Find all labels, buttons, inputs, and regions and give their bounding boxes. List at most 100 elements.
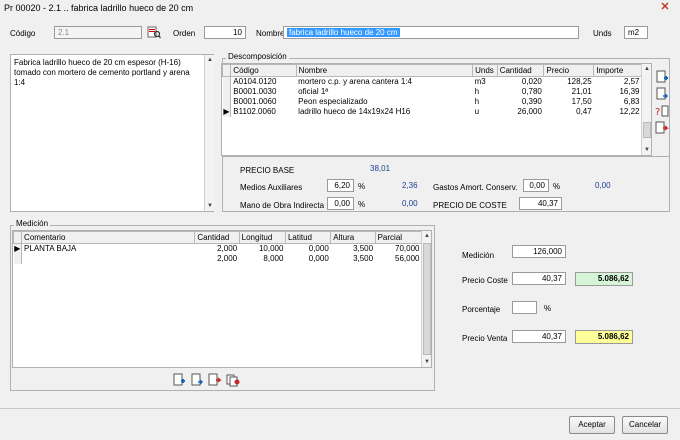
cell-precio: 0,47 [576, 107, 592, 116]
scroll-down-icon[interactable]: ▼ [205, 201, 215, 211]
descomposicion-scrollbar[interactable]: ▲ ▼ [641, 64, 651, 155]
summary-precio-coste-label: Precio Coste [462, 276, 508, 285]
delete-row-icon[interactable] [208, 373, 222, 387]
cell-longitud: 8,000 [263, 254, 284, 263]
cell-codigo: B1102.0060 [233, 107, 276, 116]
current-row-pointer-icon: ▶ [222, 106, 232, 117]
scroll-down-icon[interactable]: ▼ [422, 357, 432, 367]
scroll-up-icon[interactable]: ▲ [422, 231, 432, 241]
cell-latitud: 0,000 [308, 254, 329, 263]
edit-row-icon[interactable] [190, 373, 204, 387]
row-indicator [222, 76, 232, 87]
summary-precio-coste-field[interactable]: 40,37 [512, 272, 566, 285]
medicion-scrollbar[interactable]: ▲ ▼ [421, 231, 431, 367]
insert-row-icon[interactable] [655, 70, 669, 84]
col-header-precio[interactable]: Precio [543, 64, 595, 77]
svg-text:?: ? [655, 107, 660, 118]
descomposicion-table: Código Nombre Unds Cantidad Precio Impor… [221, 64, 642, 117]
codigo-label: Código [10, 29, 36, 38]
cell-unds: h [474, 87, 480, 96]
table-row[interactable]: B0001.0030 oficial 1ª h 0,780 21,01 16,3… [222, 86, 642, 97]
window-title: Pr 00020 - 2.1 .. fabrica ladrillo hueco… [4, 3, 194, 13]
col-header-codigo[interactable]: Código [230, 64, 297, 77]
gastos-label: Gastos Amort. Conserv. [433, 183, 518, 192]
cell-cantidad: 0,780 [521, 87, 542, 96]
summary-medicion-field[interactable]: 126,000 [512, 245, 566, 258]
col-header-comentario[interactable]: Comentario [21, 231, 196, 244]
col-header-importe[interactable]: Importe [593, 64, 642, 77]
descomposicion-title: Descomposición [226, 52, 289, 61]
nombre-label: Nombre [256, 29, 285, 38]
row-indicator-header [12, 231, 23, 244]
accept-button[interactable]: Aceptar [569, 416, 615, 434]
edit-row-icon[interactable] [655, 87, 669, 101]
nombre-value: fabrica ladrillo hueco de 20 cm [287, 28, 400, 37]
mano-pct-sign: % [358, 200, 366, 209]
col-header-latitud[interactable]: Latitud [284, 231, 332, 244]
orden-label: Orden [173, 29, 196, 38]
medicion-grid[interactable]: Comentario Cantidad Longitud Latitud Alt… [12, 230, 432, 368]
medios-auxiliares-pct-field[interactable]: 6,20 [327, 179, 354, 192]
cell-codigo: B0001.0030 [233, 87, 277, 96]
cell-importe: 6,83 [623, 97, 640, 106]
medios-auxiliares-label: Medios Auxiliares [240, 183, 303, 192]
current-row-pointer-icon: ▶ [13, 243, 23, 254]
cell-cantidad: 0,020 [521, 77, 542, 87]
description-memo[interactable]: Fabrica ladrillo hueco de 20 cm espesor … [10, 54, 214, 212]
row-indicator [222, 96, 232, 107]
cell-comentario: PLANTA BAJA [24, 244, 77, 254]
scroll-down-icon[interactable]: ▼ [642, 145, 652, 155]
help-row-icon[interactable]: ? [655, 104, 669, 118]
col-header-cantidad[interactable]: Cantidad [496, 64, 545, 77]
search-record-icon[interactable] [147, 26, 162, 39]
cell-importe: 2,57 [623, 77, 640, 87]
medicion-title: Medición [14, 219, 51, 228]
cell-latitud: 0,000 [308, 244, 329, 254]
medios-auxiliares-value: 2,36 [402, 181, 418, 190]
scroll-up-icon[interactable]: ▲ [642, 64, 652, 74]
col-header-unds[interactable]: Unds [472, 64, 498, 77]
row-indicator-header [221, 64, 232, 77]
col-header-nombre[interactable]: Nombre [295, 64, 474, 77]
col-header-longitud[interactable]: Longitud [238, 231, 286, 244]
col-header-altura[interactable]: Altura [330, 231, 376, 244]
title-bar: Pr 00020 - 2.1 .. fabrica ladrillo hueco… [0, 0, 680, 16]
mano-obra-label: Mano de Obra Indirecta [240, 201, 325, 210]
cell-longitud: 10,000 [258, 244, 284, 254]
insert-row-icon[interactable] [172, 373, 186, 387]
cell-unds: h [474, 97, 480, 106]
summary-medicion-label: Medición [462, 251, 495, 260]
description-scrollbar[interactable]: ▲ ▼ [204, 55, 214, 211]
codigo-field[interactable]: 2.1 [54, 26, 142, 39]
scroll-up-icon[interactable]: ▲ [205, 55, 215, 65]
close-icon[interactable]: ✕ [658, 1, 672, 13]
table-row[interactable]: B0001.0060 Peon especializado h 0,390 17… [222, 96, 642, 107]
cell-codigo: B0001.0060 [233, 97, 277, 106]
cell-precio: 17,50 [571, 97, 592, 106]
summary-precio-venta-field[interactable]: 40,37 [512, 330, 566, 343]
table-row-current[interactable]: ▶ PLANTA BAJA 2,000 10,000 0,000 3,500 7… [13, 243, 422, 254]
cell-parcial: 56,000 [395, 254, 420, 263]
gastos-value: 0,00 [595, 181, 611, 190]
descomposicion-grid[interactable]: Código Nombre Unds Cantidad Precio Impor… [221, 63, 652, 156]
cell-cantidad: 2,000 [217, 254, 238, 263]
mano-obra-pct-field[interactable]: 0,00 [327, 197, 354, 210]
col-header-cantidad[interactable]: Cantidad [194, 231, 240, 244]
cancel-button[interactable]: Cancelar [622, 416, 668, 434]
scroll-thumb[interactable] [643, 122, 651, 138]
delete-row-icon[interactable] [655, 121, 669, 135]
summary-porcentaje-field[interactable] [512, 301, 537, 314]
precio-coste-field[interactable]: 40,37 [519, 197, 562, 210]
col-header-parcial[interactable]: Parcial [374, 231, 423, 244]
nombre-field[interactable]: fabrica ladrillo hueco de 20 cm [283, 26, 579, 39]
table-row[interactable]: 2,000 8,000 0,000 3,500 56,000 [13, 253, 422, 264]
medicion-table: Comentario Cantidad Longitud Latitud Alt… [12, 231, 423, 264]
delete-all-rows-icon[interactable] [226, 373, 240, 387]
cell-cantidad: 26,000 [517, 107, 542, 116]
scroll-thumb[interactable] [423, 243, 431, 355]
gastos-pct-field[interactable]: 0,00 [523, 179, 549, 192]
table-row[interactable]: A0104.0120 mortero c.p. y arena cantera … [222, 76, 642, 87]
orden-field[interactable]: 10 [204, 26, 246, 39]
table-row-current[interactable]: ▶ B1102.0060 ladrillo hueco de 14x19x24 … [222, 106, 642, 117]
unds-field[interactable]: m2 [624, 26, 648, 39]
